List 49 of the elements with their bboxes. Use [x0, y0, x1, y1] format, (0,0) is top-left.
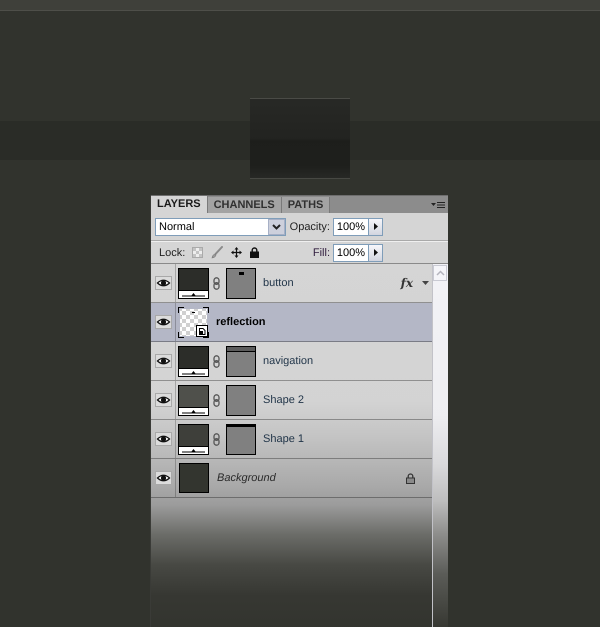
- eye-icon[interactable]: [154, 354, 172, 368]
- chain-link-icon[interactable]: [213, 276, 220, 290]
- layer-row[interactable]: navigation: [151, 342, 432, 381]
- fill-label: Fill:: [312, 246, 330, 258]
- lock-icon[interactable]: [250, 247, 260, 258]
- brush-icon[interactable]: [211, 246, 224, 259]
- effects-badge[interactable]: fx: [400, 276, 413, 290]
- chevron-up-icon: [436, 270, 444, 276]
- checkerboard-icon[interactable]: [192, 247, 204, 258]
- lock-label: Lock:: [159, 246, 186, 258]
- layer-name: reflection: [216, 316, 267, 328]
- layer-row[interactable]: Shape 2: [151, 381, 432, 420]
- mask-thumbnail: [226, 268, 256, 298]
- mask-thumbnail: [226, 424, 256, 454]
- opacity-label: Opacity:: [290, 220, 330, 232]
- fill-slider-button[interactable]: [369, 244, 383, 262]
- opacity-slider-button[interactable]: [369, 218, 383, 236]
- panel-tab[interactable]: LAYERS: [151, 196, 208, 213]
- mask-thumbnail: [226, 384, 256, 416]
- eye-icon[interactable]: [154, 276, 172, 290]
- move-icon[interactable]: [231, 247, 242, 258]
- layer-row[interactable]: Shape 1: [151, 420, 432, 459]
- eye-icon[interactable]: [154, 393, 172, 407]
- chain-link-icon[interactable]: [213, 354, 220, 368]
- layer-row[interactable]: reflection: [151, 303, 432, 342]
- layer-name: Shape 1: [263, 433, 305, 445]
- layer-name: button: [263, 277, 295, 289]
- chain-link-icon[interactable]: [213, 394, 220, 406]
- chevron-down-icon: [268, 218, 285, 234]
- eye-icon[interactable]: [154, 315, 172, 329]
- scrollbar-track[interactable]: [432, 264, 448, 627]
- smart-object-thumbnail: [178, 306, 209, 338]
- caret-right-icon: [374, 223, 378, 230]
- layer-row[interactable]: Background: [151, 459, 432, 498]
- eye-icon[interactable]: [154, 432, 172, 446]
- opacity-field[interactable]: 100%: [333, 218, 369, 236]
- blend-mode-dropdown[interactable]: Normal: [155, 218, 286, 236]
- layer-name: Shape 2: [263, 394, 305, 406]
- panel-tab[interactable]: CHANNELS: [208, 197, 282, 213]
- mask-thumbnail: [226, 346, 256, 376]
- layer-name: navigation: [263, 355, 314, 367]
- panel-tab[interactable]: PATHS: [282, 197, 330, 213]
- layer-name: Background: [217, 472, 277, 484]
- chain-link-icon[interactable]: [213, 432, 220, 446]
- fill-field[interactable]: 100%: [333, 244, 369, 262]
- caret-down-icon[interactable]: [422, 281, 429, 285]
- eye-icon[interactable]: [154, 471, 172, 485]
- caret-right-icon: [374, 249, 378, 256]
- panel-menu-icon[interactable]: [431, 200, 445, 208]
